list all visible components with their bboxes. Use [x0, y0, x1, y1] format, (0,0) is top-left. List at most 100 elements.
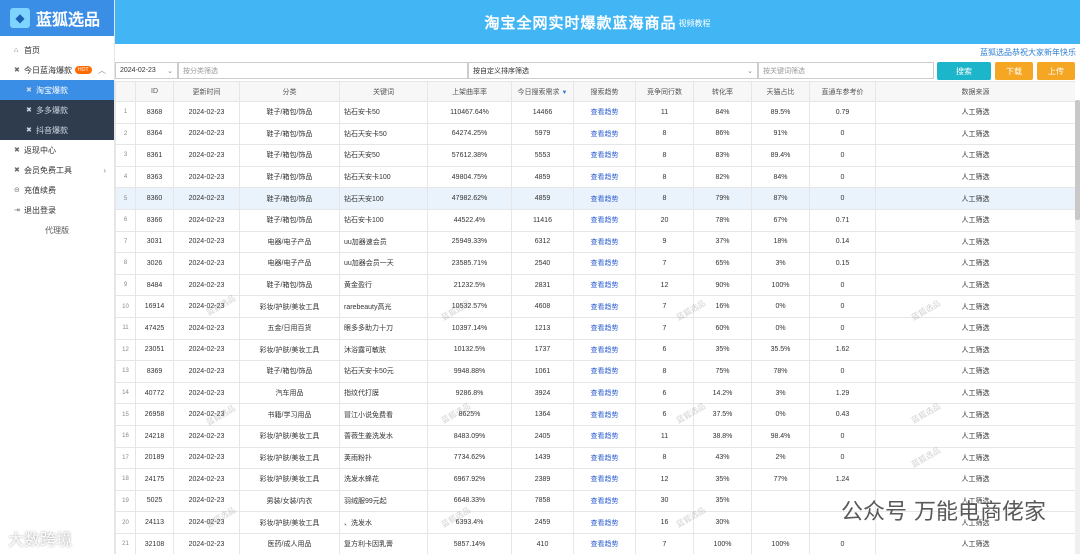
header-cell-updated[interactable]: 更新时间: [173, 81, 240, 102]
sidebar-item-logout[interactable]: ⇥ 退出登录: [0, 200, 114, 220]
sidebar-item-label: 首页: [24, 45, 40, 55]
keyword-filter-input[interactable]: 按关键词筛选: [758, 62, 934, 79]
close-icon: ✖: [26, 87, 32, 94]
competitors-cell: 12: [635, 273, 694, 297]
trend-link[interactable]: 查看趋势: [573, 381, 636, 405]
sidebar-submenu: ✖ 淘宝爆款 ✖ 多多爆款 ✖ 抖音爆款: [0, 80, 114, 140]
table-row[interactable]: 6 8366 2024-02-23 鞋子/箱包/饰品 钻石安卡100 44522.4% 11…: [115, 208, 1075, 232]
category-filter-placeholder: 按分类筛选: [183, 67, 218, 75]
trend-link[interactable]: 查看趋势: [573, 489, 636, 513]
demand-cell: 5553: [511, 144, 574, 167]
trend-link[interactable]: 查看趋势: [573, 165, 636, 189]
table-row[interactable]: 11 47425 2024-02-23 五金/日用百货 眼多多助力十刀 10397.14%…: [115, 316, 1075, 340]
category-cell: 彩妆/护肤/美妆工具: [239, 446, 340, 470]
trend-link[interactable]: 查看趋势: [573, 360, 636, 383]
trend-link[interactable]: 查看趋势: [573, 101, 636, 124]
sidebar-item-cashback[interactable]: ✖ 返现中心: [0, 140, 114, 160]
trend-link[interactable]: 查看趋势: [573, 122, 636, 146]
header-cell-tmall[interactable]: 天猫占比: [751, 81, 810, 102]
header-cell-conversion[interactable]: 转化率: [693, 81, 752, 102]
table-row[interactable]: 2 8364 2024-02-23 鞋子/箱包/饰品 钻石天安卡50 64274.25% 5…: [115, 122, 1075, 146]
trend-link[interactable]: 查看趋势: [573, 295, 636, 318]
header-cell-competitors[interactable]: 竞争同行数: [635, 81, 694, 102]
row-index: 19: [115, 489, 136, 513]
trend-link[interactable]: 查看趋势: [573, 532, 636, 554]
table-row[interactable]: 3 8361 2024-02-23 鞋子/箱包/饰品 钻石天安50 57612.38% 55…: [115, 144, 1075, 167]
close-icon: ✖: [26, 127, 32, 134]
date-select[interactable]: 2024-02-23 ⌄: [115, 62, 178, 79]
category-cell: 电器/电子产品: [239, 230, 340, 254]
table-row[interactable]: 13 8369 2024-02-23 鞋子/箱包/饰品 钻石天安卡50元 9948.88%…: [115, 360, 1075, 383]
tmall-share-cell: 87%: [751, 187, 810, 210]
close-icon: ✖: [26, 107, 32, 114]
updated-cell: 2024-02-23: [173, 165, 240, 189]
trend-link[interactable]: 查看趋势: [573, 316, 636, 340]
keyword-cell: rarebeauty高光: [339, 295, 428, 318]
updated-cell: 2024-02-23: [173, 122, 240, 146]
header-cell-category[interactable]: 分类: [239, 81, 340, 102]
table-row[interactable]: 8 3026 2024-02-23 电器/电子产品 uu加器会员一天 23585.71% 2…: [115, 252, 1075, 275]
trend-link[interactable]: 查看趋势: [573, 403, 636, 426]
updated-cell: 2024-02-23: [173, 360, 240, 383]
table-row[interactable]: 17 20189 2024-02-23 彩妆/护肤/美妆工具 荚雨粉扑 7734.62% 1…: [115, 446, 1075, 470]
upload-button[interactable]: 上传: [1037, 62, 1075, 80]
table-row[interactable]: 4 8363 2024-02-23 鞋子/箱包/饰品 钻石天安卡100 49804.75%…: [115, 165, 1075, 189]
tmall-share-cell: [751, 511, 810, 534]
scrollbar-thumb[interactable]: [1075, 100, 1080, 220]
tmall-share-cell: 89.4%: [751, 144, 810, 167]
table-row[interactable]: 10 16914 2024-02-23 彩妆/护肤/美妆工具 rarebeauty高光 1…: [115, 295, 1075, 318]
table-row[interactable]: 12 23051 2024-02-23 彩妆/护肤/美妆工具 沐浴露可敏肤 10132.5…: [115, 338, 1075, 362]
table-row[interactable]: 14 40772 2024-02-23 汽车用品 指纹代打膜 9286.8% 3924 查看趋…: [115, 381, 1075, 405]
table-row[interactable]: 18 24175 2024-02-23 彩妆/护肤/美妆工具 洗发水蜂花 6967.92%…: [115, 468, 1075, 491]
demand-cell: 2540: [511, 252, 574, 275]
table-row[interactable]: 5 8360 2024-02-23 鞋子/箱包/饰品 钻石天安100 47982.62% 4…: [115, 187, 1075, 210]
keyword-cell: 冒江小说免费看: [339, 403, 428, 426]
growth-cell: 10132.5%: [427, 338, 512, 362]
sort-desc-icon[interactable]: ▼: [562, 90, 568, 96]
sidebar-item-today-bluesea[interactable]: ✖ 今日蓝海爆款 HOT ︿: [0, 60, 114, 80]
table-row[interactable]: 1 8368 2024-02-23 鞋子/箱包/饰品 钻石安卡50 110467.64% 1…: [115, 101, 1075, 124]
category-filter-input[interactable]: 按分类筛选: [178, 62, 468, 79]
keyword-cell: 荚雨粉扑: [339, 446, 428, 470]
trend-link[interactable]: 查看趋势: [573, 511, 636, 534]
sidebar-item-taobao[interactable]: ✖ 淘宝爆款: [0, 80, 114, 100]
table-row[interactable]: 15 26958 2024-02-23 书籍/学习用品 冒江小说免费看 8625% 1364…: [115, 403, 1075, 426]
source-cell: 人工筛选: [875, 468, 1075, 491]
video-tutorial-link[interactable]: 视频教程: [679, 18, 711, 29]
header-cell-ztc[interactable]: 直通车参考价: [809, 81, 876, 102]
sidebar-item-agent[interactable]: 代理版: [0, 220, 114, 240]
sidebar-item-duoduo[interactable]: ✖ 多多爆款: [0, 100, 114, 120]
sort-select[interactable]: 按自定义排序筛选 ⌄: [468, 62, 758, 79]
trend-link[interactable]: 查看趋势: [573, 338, 636, 362]
sidebar-item-free-tools[interactable]: ✖ 会员免费工具 ›: [0, 160, 114, 180]
trend-link[interactable]: 查看趋势: [573, 446, 636, 470]
tmall-share-cell: 2%: [751, 446, 810, 470]
data-table-wrap: ID 更新时间 分类 关键词 上架曲率率 今日搜索需求 ▼ 搜索趋势 竞争同行数 …: [115, 81, 1075, 554]
trend-link[interactable]: 查看趋势: [573, 144, 636, 167]
search-button[interactable]: 搜索: [937, 62, 991, 80]
download-button[interactable]: 下载: [995, 62, 1033, 80]
table-row[interactable]: 7 3031 2024-02-23 电器/电子产品 uu加器速会员 25949.33% 63…: [115, 230, 1075, 254]
trend-link[interactable]: 查看趋势: [573, 208, 636, 232]
trend-link[interactable]: 查看趋势: [573, 230, 636, 254]
table-row[interactable]: 21 32108 2024-02-23 医药/成人用品 复方利卡因乳膏 5857.14% 4…: [115, 532, 1075, 554]
trend-link[interactable]: 查看趋势: [573, 273, 636, 297]
table-row[interactable]: 9 8484 2024-02-23 鞋子/箱包/饰品 黄金盈行 21232.5% 2831 查…: [115, 273, 1075, 297]
sidebar-item-home[interactable]: ⌂ 首页: [0, 40, 114, 60]
source-cell: 人工筛选: [875, 532, 1075, 554]
trend-link[interactable]: 查看趋势: [573, 252, 636, 275]
trend-link[interactable]: 查看趋势: [573, 187, 636, 210]
header-cell-demand[interactable]: 今日搜索需求 ▼: [511, 81, 574, 102]
trend-link[interactable]: 查看趋势: [573, 468, 636, 491]
header-cell-keyword[interactable]: 关键词: [339, 81, 428, 102]
sidebar-item-recharge[interactable]: ⊝ 充值续费: [0, 180, 114, 200]
category-cell: 五金/日用百货: [239, 316, 340, 340]
header-cell-growth[interactable]: 上架曲率率: [427, 81, 512, 102]
trend-link[interactable]: 查看趋势: [573, 424, 636, 448]
sidebar-item-douyin[interactable]: ✖ 抖音爆款: [0, 120, 114, 140]
table-row[interactable]: 16 24218 2024-02-23 彩妆/护肤/美妆工具 蔷薇生姜洗发水 8483.0…: [115, 424, 1075, 448]
source-cell: 人工筛选: [875, 208, 1075, 232]
header-cell-id[interactable]: ID: [135, 81, 174, 102]
row-index: 5: [115, 187, 136, 210]
updated-cell: 2024-02-23: [173, 101, 240, 124]
